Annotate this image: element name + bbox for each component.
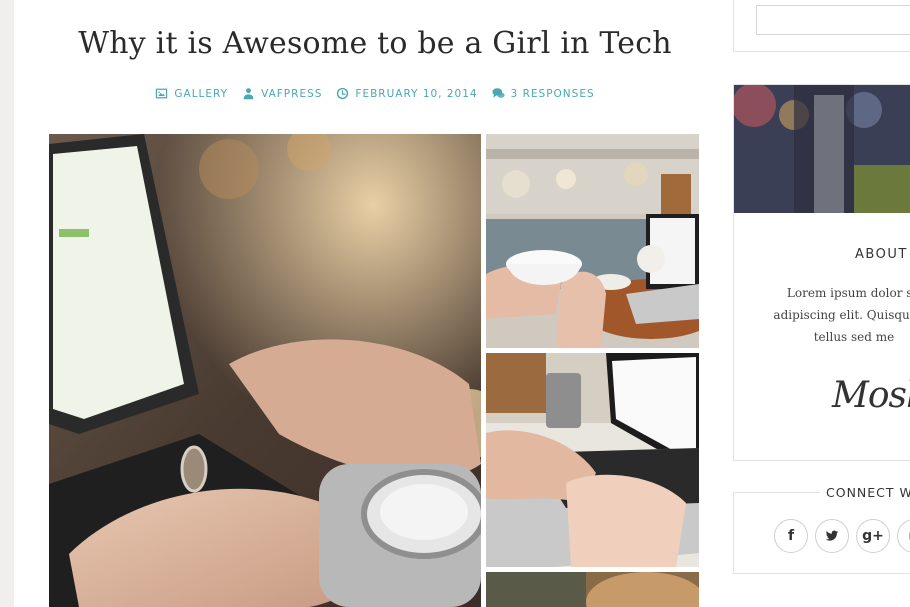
connect-widget-title: CONNECT W — [820, 485, 910, 500]
sidebar-connect-widget: CONNECT W f g+ — [733, 485, 910, 574]
sidebar-search-widget — [733, 0, 910, 52]
gallery-image-typing[interactable] — [486, 353, 699, 567]
typing-laptop-photo — [486, 353, 699, 567]
google-plus-icon: g+ — [862, 528, 884, 544]
hands-typing-laptop-photo — [49, 134, 481, 607]
about-text-line: Lorem ipsum dolor sit — [786, 286, 910, 300]
about-text-line: adipiscing elit. Quisque ve — [773, 308, 910, 322]
google-plus-button[interactable]: g+ — [856, 519, 890, 553]
more-social-button[interactable] — [897, 519, 910, 553]
facebook-icon: f — [787, 528, 795, 544]
author-portrait-photo — [734, 85, 910, 213]
gallery-image-coffee[interactable] — [486, 134, 699, 348]
meta-format[interactable]: GALLERY — [155, 87, 228, 100]
meta-author-label: VAFPRESS — [261, 87, 323, 100]
about-widget-title: ABOUT — [855, 247, 908, 262]
meta-format-label: GALLERY — [174, 87, 229, 100]
twitter-icon — [825, 530, 839, 541]
comments-icon — [492, 88, 505, 98]
meta-author[interactable]: VAFPRESS — [242, 87, 322, 100]
post-title[interactable]: Why it is Awesome to be a Girl in Tech — [40, 26, 710, 61]
clock-icon — [337, 87, 349, 100]
gallery-image-partial[interactable] — [486, 572, 699, 607]
meta-responses-label: 3 RESPONSES — [510, 87, 595, 100]
meta-date-label: FEBRUARY 10, 2014 — [355, 87, 478, 100]
facebook-button[interactable]: f — [774, 519, 808, 553]
meta-date[interactable]: FEBRUARY 10, 2014 — [336, 87, 477, 100]
partial-photo — [486, 572, 699, 607]
about-text-line: tellus sed me — [813, 330, 895, 344]
gallery-image-main[interactable] — [49, 134, 481, 607]
search-input[interactable] — [756, 5, 910, 35]
sidebar-about-widget: ABOUT Lorem ipsum dolor sit adipiscing e… — [733, 84, 910, 461]
image-icon — [156, 88, 168, 99]
twitter-button[interactable] — [815, 519, 849, 553]
post-meta: GALLERY VAFPRESS FEBRUARY 10, 2014 3 RES… — [40, 87, 710, 100]
meta-responses[interactable]: 3 RESPONSES — [492, 87, 595, 100]
social-buttons: f g+ — [774, 519, 910, 553]
user-icon — [243, 88, 254, 100]
coffee-cup-photo — [486, 134, 699, 348]
about-photo — [734, 85, 910, 213]
author-signature: Mosh — [832, 375, 910, 416]
about-text: Lorem ipsum dolor sit adipiscing elit. Q… — [734, 282, 910, 348]
